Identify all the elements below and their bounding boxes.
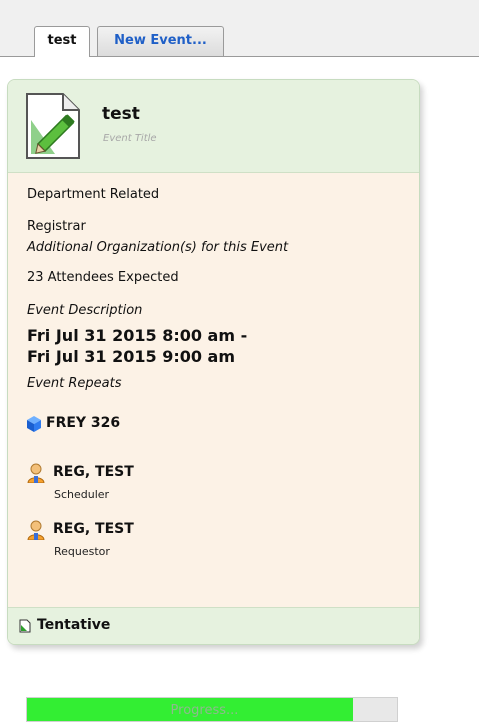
document-edit-icon xyxy=(26,93,80,159)
event-type: Department Related xyxy=(27,187,160,202)
user-icon xyxy=(27,463,45,483)
tab-new-event[interactable]: New Event... xyxy=(97,26,224,56)
user-icon xyxy=(27,520,45,540)
attendees-expected: 23 Attendees Expected xyxy=(27,270,179,285)
contact-name-requestor[interactable]: REG, TEST xyxy=(53,521,134,537)
document-status-icon xyxy=(19,619,31,633)
event-time-start: Fri Jul 31 2015 8:00 am - xyxy=(27,326,248,345)
event-title-caption: Event Title xyxy=(103,133,157,144)
organization-caption: Additional Organization(s) for this Even… xyxy=(27,240,289,255)
progress-label: Progress... xyxy=(170,703,239,718)
blue-cube-icon xyxy=(27,416,41,432)
contact-name-scheduler[interactable]: REG, TEST xyxy=(53,464,134,480)
event-card-header: test Event Title xyxy=(8,80,419,173)
contact-role-requestor: Requestor xyxy=(54,545,110,558)
event-organization: Registrar xyxy=(27,219,86,234)
event-description-caption: Event Description xyxy=(27,303,143,318)
event-status: Tentative xyxy=(37,617,111,633)
contact-role-scheduler: Scheduler xyxy=(54,488,110,501)
event-status-bar: Tentative xyxy=(8,607,419,644)
event-repeats-caption: Event Repeats xyxy=(27,376,122,391)
event-title: test xyxy=(102,104,140,124)
event-room[interactable]: FREY 326 xyxy=(46,415,120,431)
tab-bar: test New Event... xyxy=(0,0,479,57)
event-card: test Event Title Department Related Regi… xyxy=(7,79,420,645)
progress-bar: Progress... xyxy=(26,697,398,722)
event-time-end: Fri Jul 31 2015 9:00 am xyxy=(27,347,236,366)
tab-test[interactable]: test xyxy=(34,26,90,57)
